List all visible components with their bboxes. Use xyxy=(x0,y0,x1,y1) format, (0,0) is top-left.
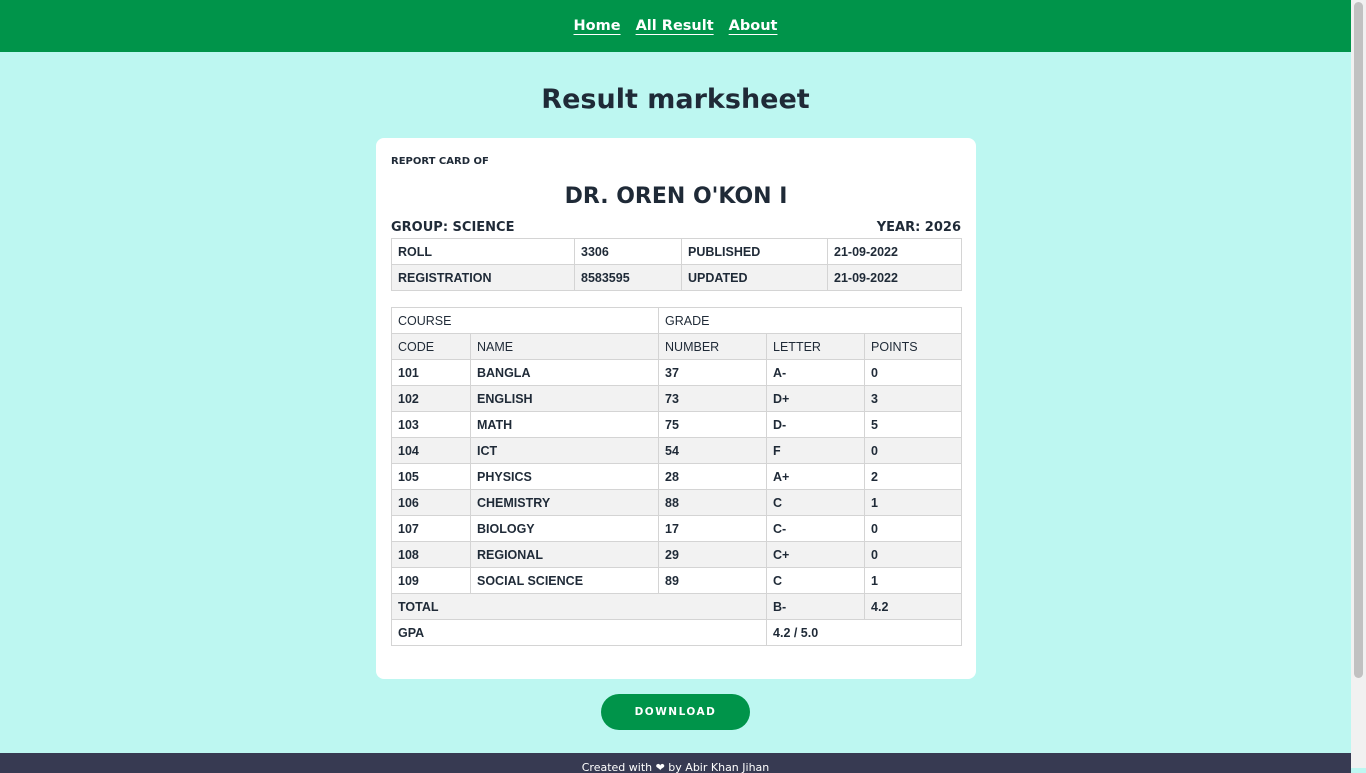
updated-value: 21-09-2022 xyxy=(827,264,962,291)
course-number: 75 xyxy=(658,411,768,438)
course-name: BIOLOGY xyxy=(469,515,660,542)
course-number: 28 xyxy=(658,463,768,490)
course-name: ENGLISH xyxy=(469,385,660,412)
course-code: 102 xyxy=(391,385,471,412)
table-row: 101 BANGLA 37 A- 0 xyxy=(391,359,963,386)
course-letter: C xyxy=(766,489,866,516)
course-number: 73 xyxy=(658,385,768,412)
course-code: 107 xyxy=(391,515,471,542)
registration-label: REGISTRATION xyxy=(391,264,575,291)
course-points: 0 xyxy=(864,359,963,386)
info-row: ROLL 3306 PUBLISHED 21-09-2022 xyxy=(391,238,962,265)
course-code: 104 xyxy=(391,437,471,464)
info-row: REGISTRATION 8583595 UPDATED 21-09-2022 xyxy=(391,264,962,291)
table-row: 103 MATH 75 D- 5 xyxy=(391,411,963,438)
column-header-number: NUMBER xyxy=(658,333,768,360)
group-text: GROUP: SCIENCE xyxy=(391,220,515,235)
course-code: 109 xyxy=(391,567,471,594)
grade-header: GRADE xyxy=(658,307,963,334)
course-code: 101 xyxy=(391,359,471,386)
page-scrollbar[interactable] xyxy=(1351,0,1366,768)
course-name: BANGLA xyxy=(469,359,660,386)
table-row: 108 REGIONAL 29 C+ 0 xyxy=(391,541,963,568)
download-button[interactable]: DOWNLOAD xyxy=(601,694,750,730)
course-letter: F xyxy=(766,437,866,464)
course-letter: D+ xyxy=(766,385,866,412)
course-name: CHEMISTRY xyxy=(469,489,660,516)
course-code: 108 xyxy=(391,541,471,568)
registration-value: 8583595 xyxy=(574,264,682,291)
gpa-row: GPA 4.2 / 5.0 xyxy=(390,619,963,646)
gpa-value: 4.2 / 5.0 xyxy=(766,619,963,646)
total-letter: B- xyxy=(766,593,866,620)
footer: Created with ❤ by Abir Khan Jihan xyxy=(0,753,1351,773)
table-row: 104 ICT 54 F 0 xyxy=(391,437,963,464)
course-letter: D- xyxy=(766,411,866,438)
report-card-label: REPORT CARD OF xyxy=(391,156,489,167)
course-number: 89 xyxy=(658,567,768,594)
course-name: PHYSICS xyxy=(469,463,660,490)
course-code: 106 xyxy=(391,489,471,516)
table-row: 107 BIOLOGY 17 C- 0 xyxy=(391,515,963,542)
nav-all-result-link[interactable]: All Result xyxy=(636,18,714,34)
course-name: REGIONAL xyxy=(469,541,660,568)
gpa-label: GPA xyxy=(390,619,768,646)
table-row: 102 ENGLISH 73 D+ 3 xyxy=(391,385,963,412)
column-header-name: NAME xyxy=(469,333,660,360)
total-row: TOTAL B- 4.2 xyxy=(390,593,963,620)
nav-home-link[interactable]: Home xyxy=(574,18,621,34)
course-points: 1 xyxy=(864,489,963,516)
result-table: COURSE GRADE CODE NAME NUMBER LETTER POI… xyxy=(390,307,963,646)
course-points: 0 xyxy=(864,437,963,464)
course-name: ICT xyxy=(469,437,660,464)
column-header-points: POINTS xyxy=(864,333,963,360)
course-points: 0 xyxy=(864,515,963,542)
table-row: 106 CHEMISTRY 88 C 1 xyxy=(391,489,963,516)
footer-text: Created with ❤ by Abir Khan Jihan xyxy=(581,761,770,773)
meta-row: GROUP: SCIENCE YEAR: 2026 xyxy=(391,218,961,238)
course-points: 3 xyxy=(864,385,963,412)
column-header-letter: LETTER xyxy=(766,333,866,360)
course-letter: A+ xyxy=(766,463,866,490)
course-number: 88 xyxy=(658,489,768,516)
course-letter: C xyxy=(766,567,866,594)
course-header: COURSE xyxy=(390,307,660,334)
course-code: 103 xyxy=(391,411,471,438)
course-code: 105 xyxy=(391,463,471,490)
nav-about-link[interactable]: About xyxy=(729,18,778,34)
column-header-code: CODE xyxy=(391,333,471,360)
roll-value: 3306 xyxy=(574,238,682,265)
course-points: 2 xyxy=(864,463,963,490)
course-letter: C+ xyxy=(766,541,866,568)
roll-label: ROLL xyxy=(391,238,575,265)
table-row: 105 PHYSICS 28 A+ 2 xyxy=(391,463,963,490)
student-info-table: ROLL 3306 PUBLISHED 21-09-2022 REGISTRAT… xyxy=(391,238,962,291)
course-name: SOCIAL SCIENCE xyxy=(469,567,660,594)
published-value: 21-09-2022 xyxy=(827,238,962,265)
course-points: 5 xyxy=(864,411,963,438)
page-title: Result marksheet xyxy=(541,84,810,115)
course-number: 17 xyxy=(658,515,768,542)
course-letter: C- xyxy=(766,515,866,542)
course-name: MATH xyxy=(469,411,660,438)
course-number: 29 xyxy=(658,541,768,568)
column-header-row: CODE NAME NUMBER LETTER POINTS xyxy=(391,333,963,360)
table-row: 109 SOCIAL SCIENCE 89 C 1 xyxy=(391,567,963,594)
course-number: 54 xyxy=(658,437,768,464)
published-label: PUBLISHED xyxy=(681,238,828,265)
course-points: 0 xyxy=(864,541,963,568)
student-name: DR. OREN O'KON I xyxy=(564,184,788,209)
total-label: TOTAL xyxy=(390,593,768,620)
year-text: YEAR: 2026 xyxy=(876,220,961,235)
course-points: 1 xyxy=(864,567,963,594)
course-number: 37 xyxy=(658,359,768,386)
total-points: 4.2 xyxy=(864,593,963,620)
updated-label: UPDATED xyxy=(681,264,828,291)
report-card: REPORT CARD OF DR. OREN O'KON I GROUP: S… xyxy=(376,138,976,679)
scrollbar-thumb[interactable] xyxy=(1354,2,1363,678)
course-letter: A- xyxy=(766,359,866,386)
top-navbar: Home All Result About xyxy=(0,0,1351,52)
group-header-row: COURSE GRADE xyxy=(390,307,963,334)
